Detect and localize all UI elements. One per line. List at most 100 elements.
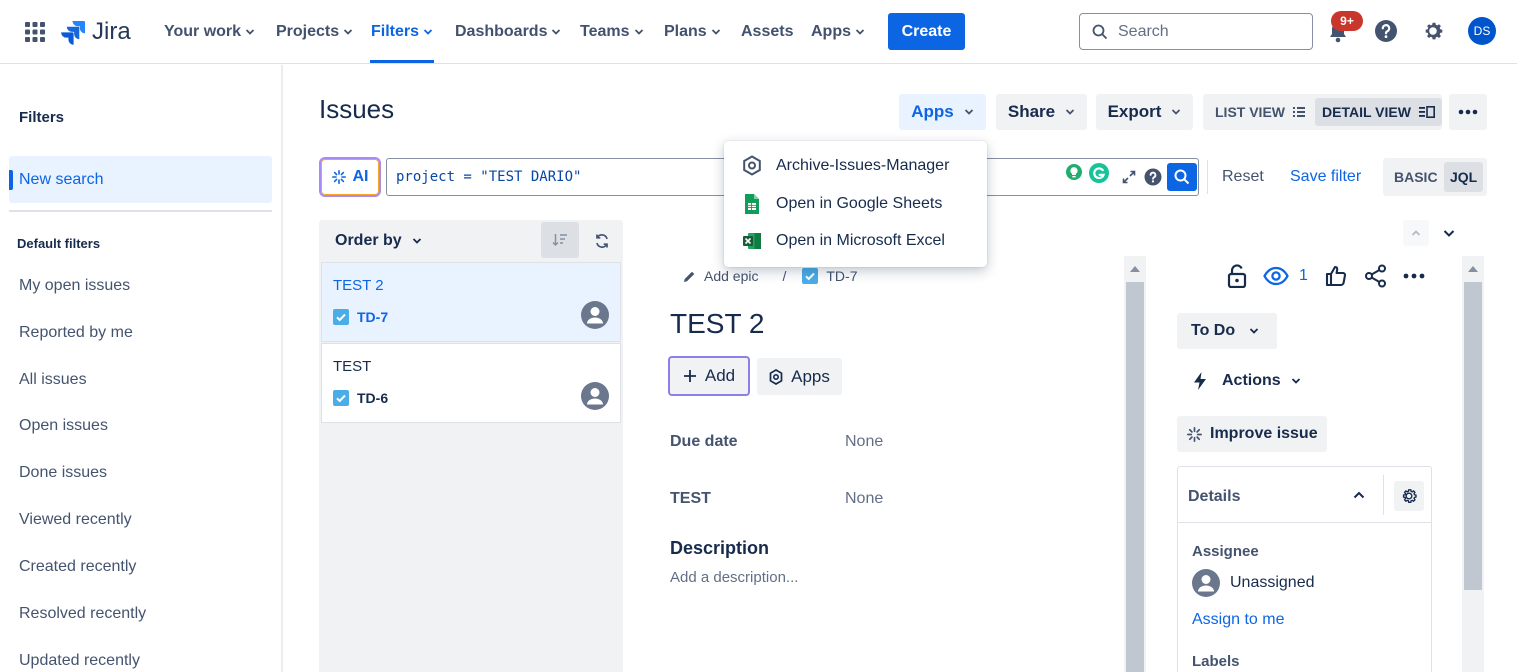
order-by-button[interactable]: Order by	[335, 230, 422, 252]
scroll-thumb[interactable]	[1126, 282, 1144, 672]
jql-search-button[interactable]	[1167, 163, 1197, 191]
sidebar-item-my-open-issues[interactable]: My open issues	[19, 277, 130, 295]
due-date-value[interactable]: None	[845, 433, 883, 451]
sidebar-item-open-issues[interactable]: Open issues	[19, 417, 108, 435]
search-icon	[1092, 24, 1108, 39]
details-settings-button[interactable]	[1394, 481, 1424, 511]
sidebar-item-updated-recently[interactable]: Updated recently	[19, 652, 140, 670]
more-horizontal-icon[interactable]	[1403, 273, 1425, 279]
nav-label: Plans	[664, 23, 707, 40]
chevron-down-icon	[711, 29, 720, 35]
test-field-value[interactable]: None	[845, 490, 883, 508]
sidebar-item-done-issues[interactable]: Done issues	[19, 464, 107, 482]
collapse-up-button[interactable]	[1403, 220, 1429, 246]
jira-logo[interactable]: Jira	[60, 18, 131, 46]
chevron-down-icon	[1065, 109, 1075, 115]
menu-item-archive-issues-manager[interactable]: Archive-Issues-Manager	[724, 148, 987, 184]
share-button[interactable]: Share	[996, 94, 1087, 130]
actions-button[interactable]: Actions	[1192, 371, 1301, 391]
sidebar-item-new-search[interactable]: New search	[9, 156, 272, 203]
issue-list-panel: Order by TEST 2 TD-7 TEST TD-6	[319, 220, 623, 672]
google-sheets-icon	[745, 194, 759, 214]
assign-to-me-link[interactable]: Assign to me	[1192, 611, 1284, 629]
save-filter-button[interactable]: Save filter	[1290, 158, 1361, 196]
issue-card-td-6[interactable]: TEST TD-6	[321, 343, 621, 423]
export-button-label: Export	[1107, 102, 1162, 121]
issue-title[interactable]: TEST 2	[670, 308, 764, 340]
share-icon[interactable]	[1364, 264, 1388, 288]
basic-mode-button[interactable]: BASIC	[1394, 162, 1438, 192]
refresh-icon[interactable]	[594, 233, 610, 249]
reset-button[interactable]: Reset	[1222, 158, 1264, 196]
more-options-button[interactable]	[1449, 94, 1487, 130]
nav-projects[interactable]: Projects	[276, 0, 353, 64]
jql-mode-button[interactable]: JQL	[1444, 162, 1484, 192]
nav-label: Dashboards	[455, 23, 548, 40]
grammarly-icon[interactable]	[1087, 162, 1111, 184]
details-header[interactable]: Details	[1178, 467, 1431, 523]
user-avatar[interactable]: DS	[1468, 17, 1496, 45]
expand-icon[interactable]	[1122, 170, 1136, 184]
thumbs-up-icon[interactable]	[1325, 265, 1347, 287]
view-toggle: LIST VIEW DETAIL VIEW	[1203, 94, 1442, 130]
help-icon[interactable]	[1374, 19, 1398, 43]
scroll-thumb[interactable]	[1464, 282, 1482, 590]
sidebar-item-all-issues[interactable]: All issues	[19, 371, 87, 389]
notification-badge: 9+	[1331, 11, 1363, 31]
sidebar-item-reported-by-me[interactable]: Reported by me	[19, 324, 133, 342]
chevron-down-icon	[245, 29, 255, 35]
ai-button[interactable]: AI	[319, 157, 381, 197]
task-checkbox-icon	[802, 268, 819, 284]
export-button[interactable]: Export	[1096, 94, 1193, 130]
lightbulb-icon[interactable]	[1065, 163, 1083, 183]
status-dropdown-button[interactable]: To Do	[1177, 313, 1277, 349]
global-search-input[interactable]: Search	[1079, 13, 1313, 50]
create-button[interactable]: Create	[888, 13, 965, 50]
watch-button[interactable]: 1	[1263, 266, 1308, 286]
nav-filters[interactable]: Filters	[370, 0, 434, 63]
sidebar-item-resolved-recently[interactable]: Resolved recently	[19, 605, 146, 623]
chevron-down-icon	[855, 29, 865, 35]
side-panel-scrollbar[interactable]	[1462, 256, 1484, 672]
menu-item-label: Open in Microsoft Excel	[776, 232, 945, 249]
detail-view-button[interactable]: DETAIL VIEW	[1315, 98, 1442, 126]
nav-dashboards[interactable]: Dashboards	[455, 0, 561, 64]
sidebar-section-title: Default filters	[17, 236, 101, 251]
add-epic-link[interactable]: Add epic	[704, 268, 758, 284]
nav-apps[interactable]: Apps	[811, 0, 865, 64]
nav-assets[interactable]: Assets	[741, 0, 793, 64]
chevron-up-icon	[1411, 230, 1421, 236]
sidebar-item-viewed-recently[interactable]: Viewed recently	[19, 511, 132, 529]
breadcrumb-separator: /	[782, 268, 787, 284]
chevron-down-icon	[1250, 328, 1259, 334]
description-input[interactable]: Add a description...	[670, 569, 798, 586]
chevron-down-icon	[1291, 378, 1300, 384]
labels-label: Labels	[1192, 653, 1240, 670]
breadcrumb-issue-key[interactable]: TD-7	[826, 268, 857, 284]
app-switcher-icon[interactable]	[24, 21, 46, 43]
issue-apps-button[interactable]: Apps	[757, 358, 842, 395]
apps-button[interactable]: Apps	[899, 94, 986, 130]
settings-gear-icon[interactable]	[1421, 19, 1445, 43]
top-navigation: Jira Your work Projects Filters Dashboar…	[0, 0, 1517, 64]
jql-help-icon[interactable]	[1144, 168, 1162, 186]
nav-your-work[interactable]: Your work	[164, 0, 255, 64]
chevron-down-icon[interactable]	[1443, 229, 1455, 238]
nav-label: Your work	[164, 23, 242, 40]
nav-plans[interactable]: Plans	[664, 0, 721, 64]
issue-card-td-7[interactable]: TEST 2 TD-7	[321, 262, 621, 342]
nav-teams[interactable]: Teams	[580, 0, 644, 64]
nav-label: Teams	[580, 23, 630, 40]
sort-direction-button[interactable]	[541, 222, 579, 258]
menu-item-open-in-google-sheets[interactable]: Open in Google Sheets	[724, 186, 987, 222]
list-view-button[interactable]: LIST VIEW	[1215, 98, 1305, 126]
chevron-up-icon[interactable]	[1353, 491, 1365, 499]
improve-issue-button[interactable]: Improve issue	[1177, 416, 1327, 452]
sidebar-item-created-recently[interactable]: Created recently	[19, 558, 136, 576]
add-button[interactable]: Add	[668, 356, 750, 396]
menu-item-open-in-microsoft-excel[interactable]: Open in Microsoft Excel	[724, 223, 987, 259]
assignee-field[interactable]: Unassigned	[1192, 569, 1315, 597]
detail-scrollbar[interactable]	[1124, 256, 1146, 672]
order-by-label: Order by	[335, 232, 402, 249]
lock-open-icon[interactable]	[1227, 264, 1247, 288]
